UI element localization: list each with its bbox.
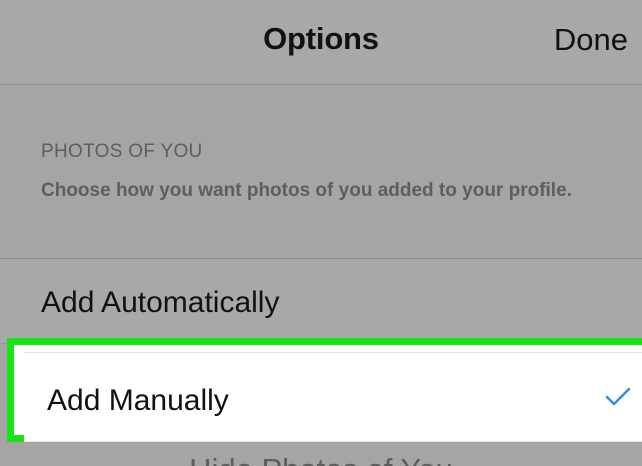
checkmark-icon: [605, 387, 631, 406]
photos-of-you-section-header: PHOTOS OF YOU Choose how you want photos…: [0, 85, 642, 258]
partially-visible-row: Hide Photos of You: [0, 442, 642, 466]
navigation-bar: Options Done: [0, 0, 642, 85]
option-add-manually[interactable]: Add Manually: [24, 352, 642, 442]
option-add-automatically[interactable]: Add Automatically: [0, 258, 642, 344]
section-description: Choose how you want photos of you added …: [41, 180, 572, 201]
done-button[interactable]: Done: [554, 22, 628, 58]
section-title: PHOTOS OF YOU: [41, 141, 203, 162]
option-label: Add Automatically: [41, 286, 280, 319]
partially-visible-text: Hide Photos of You: [0, 452, 642, 466]
option-label: Add Manually: [47, 384, 229, 417]
add-manually-highlight: Add Manually: [7, 338, 642, 442]
page-title: Options: [263, 21, 379, 56]
